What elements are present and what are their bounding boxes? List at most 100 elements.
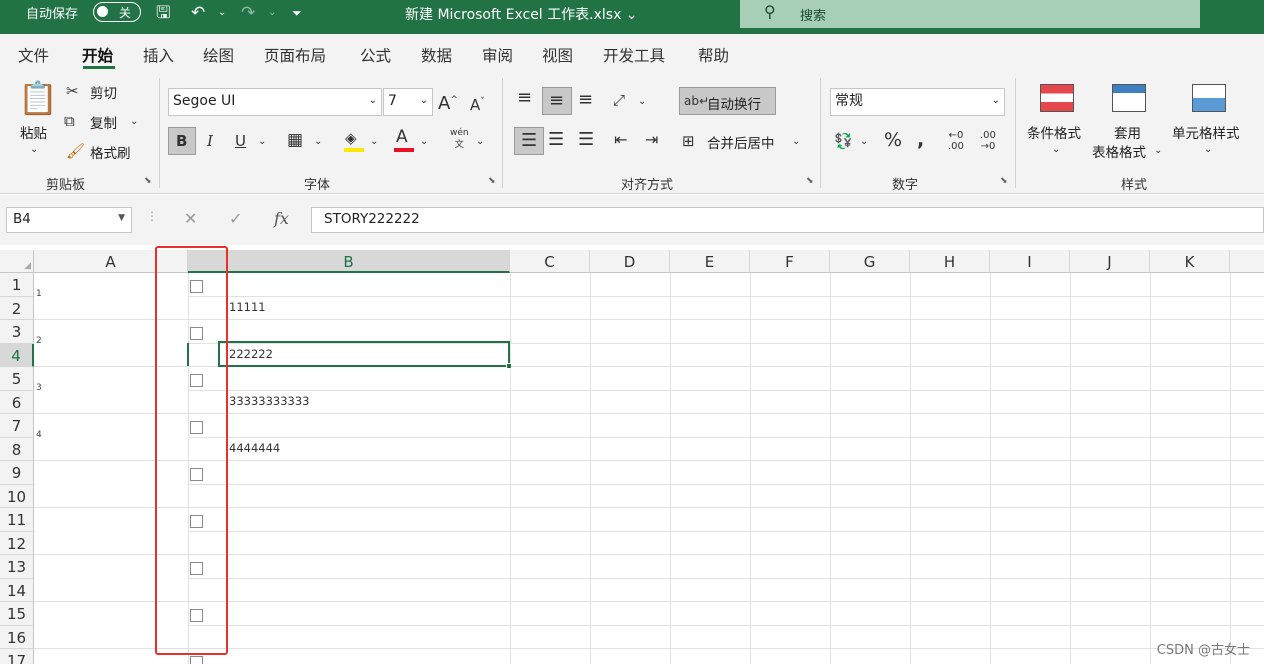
row-header-15[interactable]: 15: [0, 602, 34, 626]
undo-dropdown-icon[interactable]: ⌄: [218, 2, 226, 24]
percent-icon[interactable]: %: [884, 130, 902, 150]
cell-b6[interactable]: 33333333333: [229, 394, 309, 408]
increase-font-size-icon[interactable]: A^: [438, 90, 458, 114]
cell-b2[interactable]: 11111: [229, 300, 266, 314]
merge-center-button[interactable]: 合并后居中: [707, 132, 775, 152]
tab-data[interactable]: 数据: [421, 44, 452, 66]
tab-file[interactable]: 文件: [18, 44, 49, 66]
font-launcher-icon[interactable]: ⬊: [488, 176, 496, 186]
format-as-table-line2[interactable]: 表格格式: [1092, 141, 1146, 161]
redo-dropdown-icon[interactable]: ⌄: [268, 2, 276, 24]
row-header-2[interactable]: 2: [0, 296, 34, 320]
merge-center-icon[interactable]: ⊞: [682, 131, 695, 151]
document-title[interactable]: 新建 Microsoft Excel 工作表.xlsx ⌄: [405, 4, 638, 24]
align-right-icon[interactable]: ☰: [578, 130, 594, 150]
tab-formulas[interactable]: 公式: [360, 44, 391, 66]
format-as-table-line1[interactable]: 套用: [1114, 122, 1141, 142]
undo-icon[interactable]: ↶: [191, 2, 205, 24]
customize-qat-icon[interactable]: ⏷: [292, 2, 302, 24]
paste-dropdown-icon[interactable]: ⌄: [30, 140, 38, 160]
copy-dropdown-icon[interactable]: ⌄: [130, 112, 138, 132]
checkbox-row-17[interactable]: [190, 656, 203, 664]
cell-styles-dropdown-icon[interactable]: ⌄: [1204, 140, 1212, 160]
orientation-dropdown-icon[interactable]: ⌄: [638, 92, 646, 112]
tab-draw[interactable]: 绘图: [203, 44, 234, 66]
align-center-icon[interactable]: ☰: [548, 130, 564, 150]
accounting-format-icon[interactable]: 💱: [834, 131, 853, 151]
column-header-b[interactable]: B: [188, 250, 510, 273]
tab-view[interactable]: 视图: [542, 44, 573, 66]
row-header-11[interactable]: 11: [0, 508, 34, 532]
row-header-7[interactable]: 7: [0, 414, 34, 438]
borders-icon[interactable]: ▦: [287, 130, 303, 150]
row-header-10[interactable]: 10: [0, 484, 34, 508]
fill-color-dropdown-icon[interactable]: ⌄: [370, 132, 378, 152]
cell-b8[interactable]: 4444444: [229, 441, 280, 455]
cell-a7[interactable]: 4: [36, 430, 42, 440]
underline-dropdown-icon[interactable]: ⌄: [258, 132, 266, 152]
wrap-text-button[interactable]: ab↵ 自动换行: [679, 87, 776, 115]
tab-help[interactable]: 帮助: [698, 44, 729, 66]
row-header-3[interactable]: 3: [0, 320, 34, 344]
orientation-icon[interactable]: ⤢: [613, 90, 625, 110]
tab-insert[interactable]: 插入: [143, 44, 174, 66]
row-header-17[interactable]: 17: [0, 649, 34, 664]
phonetic-guide-icon[interactable]: wén 文: [450, 127, 469, 151]
cell-styles-button[interactable]: 单元格样式: [1172, 122, 1240, 142]
active-cell-b4[interactable]: [218, 341, 512, 369]
row-header-5[interactable]: 5: [0, 367, 34, 391]
column-header-j[interactable]: J: [1070, 250, 1150, 273]
alignment-launcher-icon[interactable]: ⬊: [806, 176, 814, 186]
paste-icon[interactable]: 📋: [18, 80, 58, 116]
column-header-c[interactable]: C: [510, 250, 590, 273]
underline-icon[interactable]: U: [235, 131, 246, 151]
column-header-i[interactable]: I: [990, 250, 1070, 273]
fill-color-icon[interactable]: ◈: [345, 128, 357, 148]
font-name-select[interactable]: Segoe UI ⌄: [168, 88, 382, 116]
conditional-dropdown-icon[interactable]: ⌄: [1052, 140, 1060, 160]
column-header-d[interactable]: D: [590, 250, 670, 273]
autosave-toggle[interactable]: 关: [93, 2, 141, 22]
align-middle-button[interactable]: ≡: [542, 87, 572, 115]
row-header-1[interactable]: 1: [0, 273, 34, 297]
number-format-select[interactable]: 常规 ⌄: [830, 88, 1005, 116]
row-header-4[interactable]: 4: [0, 343, 34, 367]
tab-developer[interactable]: 开发工具: [603, 44, 665, 66]
conditional-formatting-icon[interactable]: [1040, 84, 1074, 112]
bold-button[interactable]: B: [168, 127, 196, 155]
cell-a3[interactable]: 2: [36, 336, 42, 346]
font-size-select[interactable]: 7 ⌄: [383, 88, 433, 116]
decrease-font-size-icon[interactable]: Aˇ: [470, 92, 485, 115]
format-painter-button[interactable]: 格式刷: [90, 142, 131, 162]
redo-icon[interactable]: ↷: [241, 2, 255, 24]
row-header-8[interactable]: 8: [0, 437, 34, 461]
tab-home[interactable]: 开始: [82, 44, 113, 66]
comma-style-icon[interactable]: ,: [917, 130, 924, 150]
clipboard-launcher-icon[interactable]: ⬊: [144, 176, 152, 186]
enter-icon[interactable]: ✓: [229, 209, 242, 228]
decrease-decimal-icon[interactable]: .00 →0: [980, 130, 996, 152]
cut-button[interactable]: 剪切: [90, 82, 117, 102]
paste-button[interactable]: 粘贴: [20, 122, 47, 142]
formula-input[interactable]: STORY222222: [311, 207, 1264, 233]
font-color-dropdown-icon[interactable]: ⌄: [420, 132, 428, 152]
borders-dropdown-icon[interactable]: ⌄: [314, 132, 322, 152]
row-header-14[interactable]: 14: [0, 578, 34, 602]
column-header-h[interactable]: H: [910, 250, 990, 273]
format-as-table-icon[interactable]: [1112, 84, 1146, 112]
select-all-corner[interactable]: ◢: [0, 250, 34, 273]
merge-dropdown-icon[interactable]: ⌄: [792, 132, 800, 152]
conditional-formatting-button[interactable]: 条件格式: [1027, 122, 1081, 142]
cell-a5[interactable]: 3: [36, 383, 42, 393]
column-header-l[interactable]: [1230, 250, 1264, 273]
decrease-indent-icon[interactable]: ⇤: [614, 130, 627, 150]
number-launcher-icon[interactable]: ⬊: [1000, 176, 1008, 186]
tab-page-layout[interactable]: 页面布局: [264, 44, 326, 66]
search-box[interactable]: ⚲ 搜索: [740, 0, 1200, 28]
insert-function-icon[interactable]: fx: [274, 209, 289, 228]
save-icon[interactable]: 🖫: [156, 2, 170, 24]
italic-icon[interactable]: I: [207, 131, 213, 151]
column-header-g[interactable]: G: [830, 250, 910, 273]
cancel-icon[interactable]: ✕: [184, 209, 197, 228]
row-header-6[interactable]: 6: [0, 390, 34, 414]
